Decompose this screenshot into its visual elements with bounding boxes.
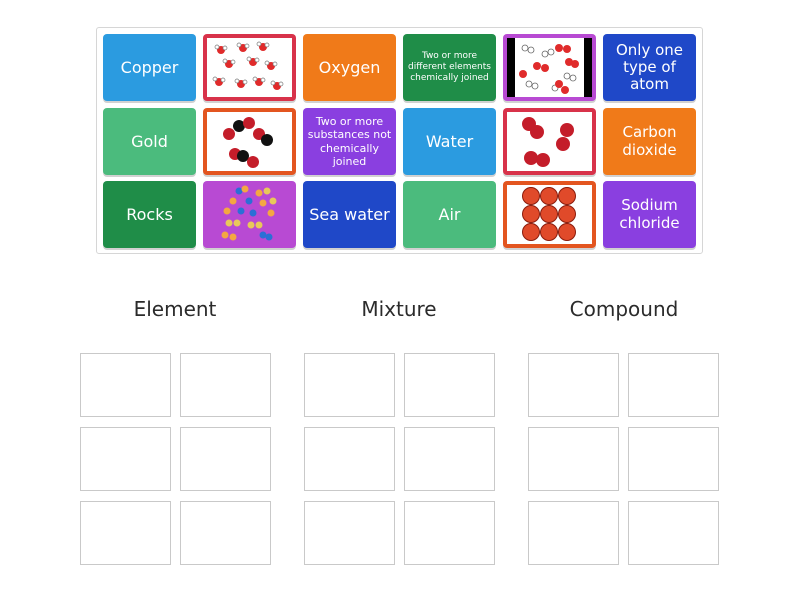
drop-slot-mixture[interactable] bbox=[304, 501, 395, 565]
drop-slot-element[interactable] bbox=[80, 501, 171, 565]
card-label: Rocks bbox=[126, 204, 173, 224]
card-image-water-molecules[interactable] bbox=[203, 34, 296, 101]
card-label: Gold bbox=[131, 131, 168, 151]
card-label: Carbon dioxide bbox=[622, 123, 677, 159]
drop-slot-mixture[interactable] bbox=[404, 427, 495, 491]
card-label: Oxygen bbox=[318, 57, 381, 77]
card-label: Copper bbox=[120, 57, 179, 77]
card-label: Two or more substances not chemically jo… bbox=[307, 115, 392, 168]
card-image-packed-atoms[interactable] bbox=[503, 181, 596, 248]
card-image-red-atom-pairs[interactable] bbox=[503, 108, 596, 175]
drop-slot-compound[interactable] bbox=[528, 427, 619, 491]
drop-slot-compound[interactable] bbox=[628, 501, 719, 565]
card-image-mixed-molecules[interactable] bbox=[503, 34, 596, 101]
drop-slot-compound[interactable] bbox=[528, 353, 619, 417]
drop-slot-mixture[interactable] bbox=[404, 353, 495, 417]
drop-slot-mixture[interactable] bbox=[304, 427, 395, 491]
card-label: Only one type of atom bbox=[615, 40, 684, 94]
group-sort-activity: Copper Oxygen Two or more different elem… bbox=[0, 0, 800, 600]
drop-slot-compound[interactable] bbox=[628, 353, 719, 417]
card-label: Air bbox=[438, 204, 461, 224]
drop-slot-element[interactable] bbox=[80, 353, 171, 417]
card-rocks[interactable]: Rocks bbox=[103, 181, 196, 248]
water-molecules-scattered-icon bbox=[207, 38, 292, 97]
card-label: Two or more different elements chemicall… bbox=[408, 50, 491, 84]
card-image-diatomic-molecules[interactable] bbox=[203, 108, 296, 175]
drop-slot-element[interactable] bbox=[80, 427, 171, 491]
drop-slot-element[interactable] bbox=[180, 501, 271, 565]
card-oxygen[interactable]: Oxygen bbox=[303, 34, 396, 101]
card-carbon-dioxide[interactable]: Carbon dioxide bbox=[603, 108, 696, 175]
card-compound-definition[interactable]: Two or more different elements chemicall… bbox=[403, 34, 496, 101]
red-atom-pairs-icon bbox=[507, 112, 592, 171]
card-copper[interactable]: Copper bbox=[103, 34, 196, 101]
card-label: Water bbox=[425, 131, 474, 151]
group-title-compound: Compound bbox=[569, 297, 679, 321]
drop-slot-element[interactable] bbox=[180, 427, 271, 491]
card-mixture-definition[interactable]: Two or more substances not chemically jo… bbox=[303, 108, 396, 175]
card-element-definition[interactable]: Only one type of atom bbox=[603, 34, 696, 101]
mixed-molecules-icon bbox=[507, 38, 592, 97]
group-title-mixture: Mixture bbox=[361, 297, 437, 321]
card-gold[interactable]: Gold bbox=[103, 108, 196, 175]
card-sodium-chloride[interactable]: Sodium chloride bbox=[603, 181, 696, 248]
drop-slot-mixture[interactable] bbox=[404, 501, 495, 565]
card-sea-water[interactable]: Sea water bbox=[303, 181, 396, 248]
card-label: Sea water bbox=[309, 204, 390, 224]
card-label: Sodium chloride bbox=[619, 196, 680, 232]
drop-slot-element[interactable] bbox=[180, 353, 271, 417]
card-water[interactable]: Water bbox=[403, 108, 496, 175]
drop-slot-mixture[interactable] bbox=[304, 353, 395, 417]
card-bank: Copper Oxygen Two or more different elem… bbox=[96, 27, 703, 254]
diatomic-molecules-icon bbox=[207, 112, 292, 171]
card-image-multicolor-particles[interactable] bbox=[203, 181, 296, 248]
card-air[interactable]: Air bbox=[403, 181, 496, 248]
packed-atoms-grid-icon bbox=[507, 185, 592, 244]
drop-slot-compound[interactable] bbox=[628, 427, 719, 491]
group-title-element: Element bbox=[133, 297, 217, 321]
multicolor-particles-icon bbox=[203, 181, 296, 248]
drop-slot-compound[interactable] bbox=[528, 501, 619, 565]
